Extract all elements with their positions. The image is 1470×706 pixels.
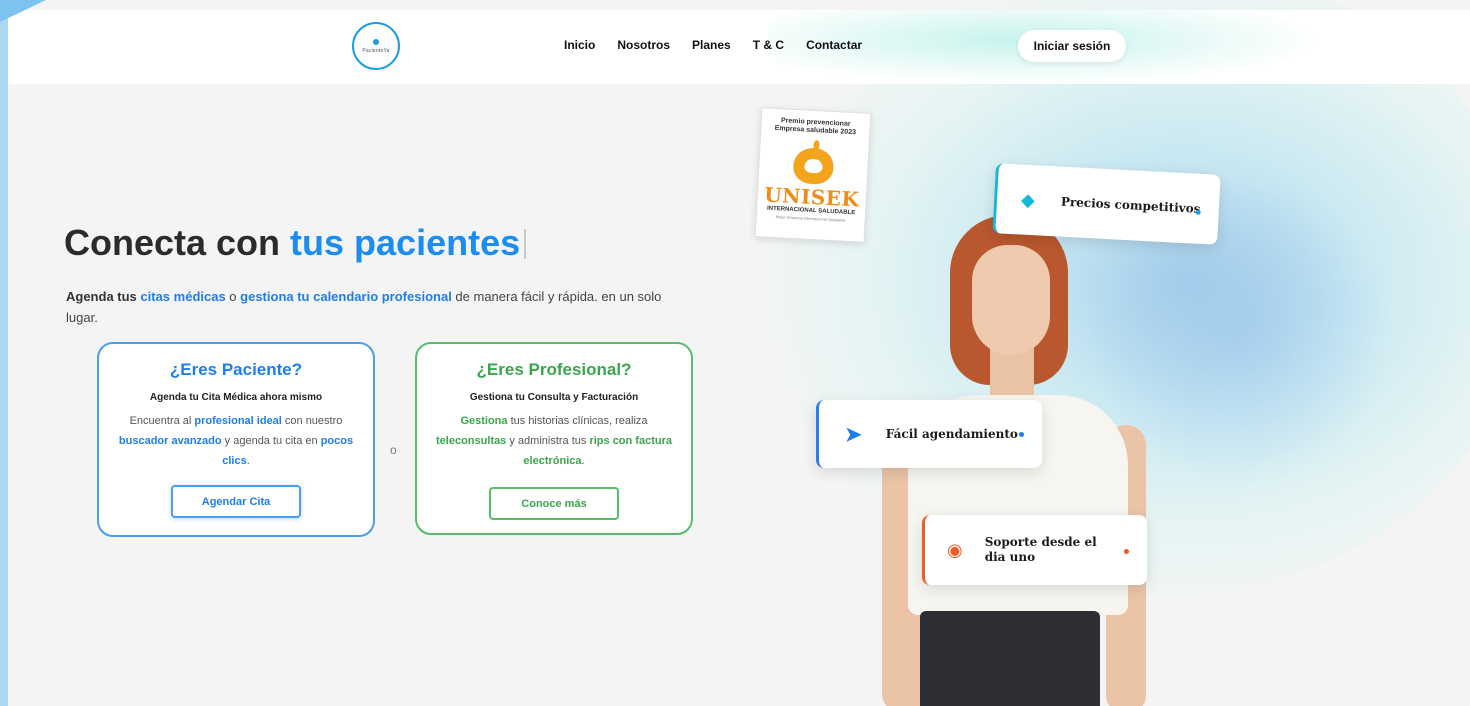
agendar-cita-button[interactable]: Agendar Cita (171, 485, 301, 518)
link-citas[interactable]: citas médicas (140, 289, 225, 304)
main-nav: Inicio Nosotros Planes T & C Contactar (564, 38, 862, 52)
rocket-icon: ➤ (845, 422, 862, 446)
nav-planes[interactable]: Planes (692, 38, 731, 52)
corner-decoration (0, 0, 46, 22)
hero-title: Conecta con tus pacientes (64, 222, 527, 264)
feature-precios: ◆ Precios competitivos (992, 163, 1221, 245)
or-separator: o (390, 443, 397, 457)
typing-caret (524, 229, 527, 259)
headset-icon: ◉ (947, 539, 963, 561)
nav-contactar[interactable]: Contactar (806, 38, 862, 52)
patient-card: ¿Eres Paciente? Agenda tu Cita Médica ah… (97, 342, 375, 537)
apple-heart-icon (791, 139, 837, 186)
feature-agendamiento: ➤ Fácil agendamiento (816, 400, 1042, 468)
professional-title: ¿Eres Profesional? (476, 360, 632, 379)
tag-icon: ◆ (1020, 189, 1036, 211)
status-dot (1124, 549, 1129, 554)
landing-page: PacienteYa Inicio Nosotros Planes T & C … (8, 0, 1470, 706)
award-badge: Premio prevencionar Empresa saludable 20… (754, 107, 872, 243)
feature-soporte: ◉ Soporte desde el dia uno (922, 515, 1147, 585)
nav-nosotros[interactable]: Nosotros (617, 38, 670, 52)
link-calendario[interactable]: gestiona tu calendario profesional (240, 289, 452, 304)
logo-icon (373, 38, 379, 45)
nav-terms[interactable]: T & C (753, 38, 784, 52)
status-dot (1019, 432, 1024, 437)
hero-subtitle: Agenda tus citas médicas o gestiona tu c… (66, 289, 662, 325)
professional-text: Gestiona tus historias clínicas, realiza… (436, 415, 672, 467)
professional-subtitle: Gestiona tu Consulta y Facturación (469, 392, 639, 403)
nav-inicio[interactable]: Inicio (564, 38, 595, 52)
logo-text: PacienteYa (362, 47, 390, 54)
patient-title: ¿Eres Paciente? (169, 360, 303, 379)
patient-text: Encuentra al profesional ideal con nuest… (118, 415, 354, 467)
conoce-mas-button[interactable]: Conoce más (489, 487, 619, 520)
hero-title-accent: tus pacientes (290, 222, 521, 263)
login-button[interactable]: Iniciar sesión (1018, 30, 1126, 62)
brand-logo[interactable]: PacienteYa (352, 22, 400, 70)
patient-subtitle: Agenda tu Cita Médica ahora mismo (149, 392, 323, 403)
professional-card: ¿Eres Profesional? Gestiona tu Consulta … (415, 342, 693, 535)
top-navbar: PacienteYa Inicio Nosotros Planes T & C … (8, 10, 1470, 84)
